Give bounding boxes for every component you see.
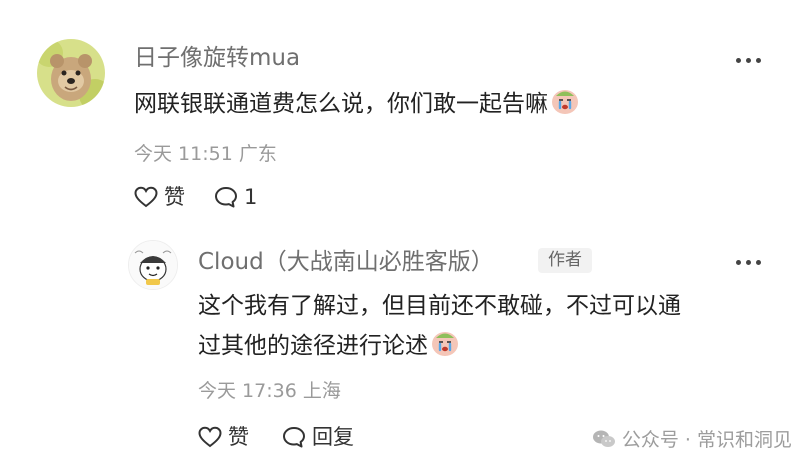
reply-text-line2: 过其他的途径进行论述 — [198, 333, 428, 359]
reply-count: 1 — [244, 184, 258, 209]
comment-text: 网联银联通道费怎么说，你们敢一起告嘛 — [134, 91, 548, 117]
reply-label: 回复 — [312, 424, 354, 449]
more-dot-icon — [736, 57, 741, 63]
more-dot-icon — [746, 259, 751, 265]
comment-bubble-icon — [283, 427, 305, 448]
wechat-icon — [592, 430, 615, 447]
author-badge: 作者 — [538, 248, 592, 273]
watermark-text: 公众号 · 常识和洞见 — [621, 429, 792, 451]
avatar-image — [129, 241, 177, 289]
more-dot-icon — [756, 259, 761, 265]
comment-thread: 日子像旋转mua 网联银联通道费怎么说，你们敢一起告嘛 今天 11:51 广东 … — [0, 0, 806, 471]
comment-meta: 今天 11:51 广东 — [134, 145, 277, 164]
crying-face-icon — [430, 327, 460, 373]
reply-more-options-button[interactable] — [736, 252, 761, 272]
heart-icon — [198, 426, 222, 448]
more-dot-icon — [736, 259, 741, 265]
more-dot-icon — [756, 57, 761, 63]
avatar-image — [37, 39, 105, 107]
comment-body: 网联银联通道费怎么说，你们敢一起告嘛 — [134, 81, 580, 131]
reply-time: 今天 17:36 — [198, 380, 297, 402]
comment-bubble-icon — [215, 187, 237, 208]
reply-meta: 今天 17:36 上海 — [198, 382, 341, 401]
comment-location: 广东 — [238, 143, 277, 165]
reply-avatar[interactable] — [128, 240, 178, 290]
like-label: 赞 — [228, 424, 249, 449]
reply-like-button[interactable]: 赞 — [198, 426, 249, 448]
reply-username[interactable]: Cloud（大战南山必胜客版） — [198, 251, 494, 274]
like-label: 赞 — [164, 184, 185, 209]
more-dot-icon — [746, 57, 751, 63]
comment-time: 今天 11:51 — [134, 143, 233, 165]
avatar[interactable] — [37, 39, 105, 107]
reply-button[interactable]: 回复 — [282, 426, 354, 448]
reply-count-button[interactable]: 1 — [214, 186, 257, 208]
comment-username[interactable]: 日子像旋转mua — [134, 47, 300, 70]
more-options-button[interactable] — [736, 50, 761, 70]
crying-face-icon — [550, 85, 580, 131]
heart-icon — [134, 186, 158, 208]
reply-location: 上海 — [302, 380, 341, 402]
reply-body-line2: 过其他的途径进行论述 — [198, 323, 460, 373]
like-button[interactable]: 赞 — [134, 186, 185, 208]
watermark: 公众号 · 常识和洞见 — [592, 425, 792, 452]
